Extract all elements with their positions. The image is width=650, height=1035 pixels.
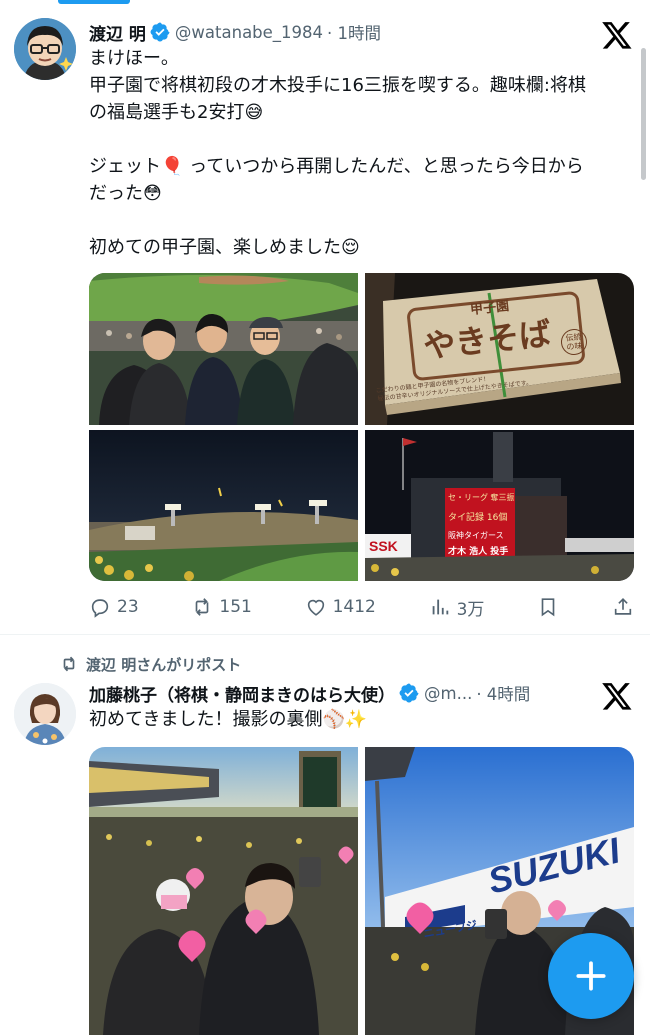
ad-ssk: SSK <box>369 538 398 554</box>
repost-label: 渡辺 明さんがリポスト <box>86 655 242 674</box>
repost-icon <box>196 598 209 616</box>
tweet-line: 初めてきました！撮影の裏側⚾✨ <box>89 709 368 730</box>
tweet-watanabe[interactable]: 渡辺 明 @watanabe_1984 · 1時間 まけほー。 甲子園で将棋初段… <box>0 0 650 634</box>
reply-count: 23 <box>117 597 139 617</box>
tweet-header: 加藤桃子（将棋・静岡まきのはら大使） @m... · 4時間 <box>89 680 530 706</box>
tweet-line: 初めての甲子園、楽しめました😌 <box>89 237 360 258</box>
repost-button[interactable]: 151 <box>191 596 252 618</box>
tweet-line: だった😳 <box>89 183 162 204</box>
views-button[interactable]: 3万 <box>429 595 485 620</box>
handle[interactable]: @watanabe_1984 <box>175 23 323 42</box>
photo-night-stadium[interactable] <box>89 430 358 581</box>
scoreboard-text: 阪神タイガース <box>448 531 504 540</box>
avatar[interactable] <box>14 18 76 80</box>
like-icon <box>307 599 324 616</box>
views-icon <box>432 599 448 615</box>
display-name[interactable]: 渡辺 明 <box>89 20 146 45</box>
tweet-text: まけほー。 甲子園で将棋初段の才木投手に16三振を喫する。趣味欄:将棋 の福島選… <box>89 45 634 261</box>
photo-yakisoba-box[interactable]: 甲子園 やきそば 伝統の味 こだわりの麺と甲子園の名物をブレンド！ 秘伝の甘辛い… <box>365 273 634 425</box>
reply-button[interactable]: 23 <box>89 596 139 618</box>
tweet-actions: 23 151 1412 3万 <box>89 594 634 620</box>
tweet-header: 渡辺 明 @watanabe_1984 · 1時間 <box>89 19 381 45</box>
tweet-line: まけほー。 <box>89 48 179 69</box>
tweet-line: ジェット🎈 っていつから再開したんだ、と思ったら今日から <box>89 156 584 177</box>
tweet-line <box>89 126 634 153</box>
timestamp[interactable]: · 4時間 <box>476 681 530 705</box>
views-count: 3万 <box>456 599 485 620</box>
repost-indicator[interactable]: 渡辺 明さんがリポスト <box>60 653 241 675</box>
plus-icon <box>576 961 606 991</box>
photo-stadium-group[interactable] <box>89 273 358 425</box>
like-button[interactable]: 1412 <box>305 596 376 618</box>
reply-icon <box>91 599 109 618</box>
compose-button[interactable] <box>548 933 634 1019</box>
media-grid: 甲子園 やきそば 伝統の味 こだわりの麺と甲子園の名物をブレンド！ 秘伝の甘辛い… <box>89 273 634 581</box>
display-name[interactable]: 加藤桃子（将棋・静岡まきのはら大使） <box>89 681 395 706</box>
repost-icon <box>63 656 75 672</box>
timestamp[interactable]: · 1時間 <box>327 20 381 44</box>
like-count: 1412 <box>332 597 376 617</box>
share-icon <box>614 598 632 615</box>
photo-scoreboard[interactable]: セ・リーグ 奪三振記録 タイ記録 16個 阪神タイガース 才木 浩人 投手 SS… <box>365 430 634 581</box>
handle[interactable]: @m... <box>424 684 472 703</box>
scoreboard-text: 才木 浩人 投手 <box>448 547 509 557</box>
bookmark-button[interactable] <box>537 596 559 618</box>
scoreboard-text: タイ記録 16個 <box>448 513 508 523</box>
tweet-line: の福島選手も2安打😅 <box>89 102 264 123</box>
tweet-text: 初めてきました！撮影の裏側⚾✨ <box>89 706 634 733</box>
repost-count: 151 <box>219 597 252 617</box>
scoreboard-text: セ・リーグ 奪三振記録 <box>448 493 514 502</box>
verified-badge-icon <box>150 22 170 42</box>
share-button[interactable] <box>612 596 634 618</box>
tweet-line: 甲子園で将棋初段の才木投手に16三振を喫する。趣味欄:将棋 <box>89 75 586 96</box>
tweet-line <box>89 207 634 234</box>
verified-badge-icon <box>399 683 419 703</box>
photo-daytime-stands[interactable] <box>89 747 358 1035</box>
avatar[interactable] <box>14 683 76 745</box>
bookmark-icon <box>541 598 555 617</box>
